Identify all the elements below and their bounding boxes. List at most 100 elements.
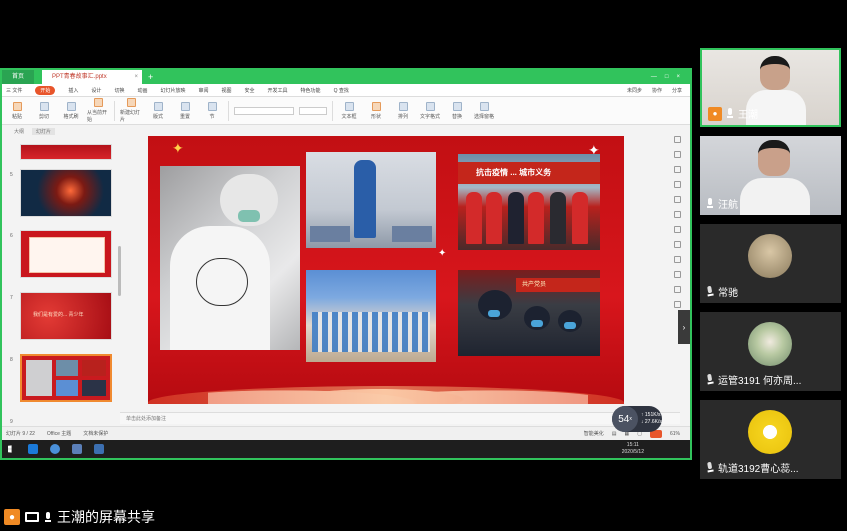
- new-slide-button[interactable]: 新建幻灯片: [120, 98, 142, 123]
- menu-slideshow[interactable]: 幻灯片放映: [160, 87, 185, 94]
- upload-rate: ↑ 151K/s: [641, 412, 661, 418]
- tool-icon[interactable]: [673, 301, 681, 308]
- protection-status[interactable]: 文档未保护: [83, 430, 108, 437]
- paste-button[interactable]: 粘贴: [6, 101, 28, 120]
- participant-tile[interactable]: 汪航: [700, 136, 841, 215]
- minimize-icon[interactable]: —: [651, 74, 657, 80]
- font-select[interactable]: [234, 106, 294, 115]
- right-toolbar: [670, 126, 684, 416]
- taskbar-clock: 15:11 2020/5/12: [622, 442, 690, 456]
- thumbnail-photo: [26, 360, 52, 396]
- cut-button[interactable]: 剪切: [33, 101, 55, 120]
- slide-thumbnail[interactable]: [20, 144, 112, 160]
- menu-transition[interactable]: 切换: [114, 87, 124, 94]
- notes-field[interactable]: 单击此处添加备注: [120, 412, 680, 424]
- menu-insert[interactable]: 插入: [68, 87, 78, 94]
- hospital-beds: [312, 312, 430, 352]
- edge-icon[interactable]: [28, 444, 38, 454]
- replace-button[interactable]: 替换: [446, 101, 468, 120]
- close-icon[interactable]: ×: [135, 70, 139, 84]
- menu-view[interactable]: 视图: [222, 87, 232, 94]
- menu-security[interactable]: 安全: [245, 87, 255, 94]
- menu-search[interactable]: Q 查找: [334, 87, 349, 94]
- tool-icon[interactable]: [673, 226, 681, 233]
- tab-file[interactable]: PPT青春故事汇.pptx ×: [42, 70, 143, 84]
- add-tab-icon[interactable]: +: [148, 72, 153, 82]
- slide-thumbnail[interactable]: [20, 230, 112, 278]
- start-from-current-button[interactable]: 从当前开始: [87, 98, 109, 123]
- slide-thumbnail[interactable]: [20, 169, 112, 217]
- mic-icon[interactable]: [706, 198, 714, 209]
- collab-button[interactable]: 协作: [652, 87, 662, 94]
- mic-muted-icon[interactable]: [705, 461, 715, 473]
- format-painter-button[interactable]: 格式刷: [60, 101, 82, 120]
- windows-icon[interactable]: [8, 445, 12, 453]
- tool-icon[interactable]: [673, 286, 681, 293]
- text-format-button[interactable]: 文字格式: [419, 101, 441, 120]
- mic-icon[interactable]: [44, 511, 52, 523]
- zoom-level[interactable]: 61%: [670, 431, 680, 437]
- mic-muted-icon[interactable]: [705, 285, 715, 297]
- font-size-select[interactable]: [299, 106, 327, 115]
- layout-button[interactable]: 版式: [147, 101, 169, 120]
- participant-tile[interactable]: 常驰: [700, 224, 841, 303]
- close-window-icon[interactable]: ×: [676, 74, 680, 80]
- menu-file[interactable]: 三 文件: [6, 87, 22, 94]
- tool-icon[interactable]: [673, 271, 681, 278]
- participant-tile[interactable]: 运管3191 何亦周...: [700, 312, 841, 391]
- arrange-button[interactable]: 排列: [392, 101, 414, 120]
- menu-right: 未同步 协作 分享: [627, 87, 690, 94]
- officer-mask: [564, 322, 576, 329]
- view-normal-icon[interactable]: ▤: [612, 431, 617, 437]
- slide-thumbnail-selected[interactable]: [20, 354, 112, 402]
- slide-panel: 大纲 幻灯片 5 6 7 我们是有爱的... 青少年 8 9 +: [6, 126, 121, 440]
- sync-status[interactable]: 未同步: [627, 87, 642, 94]
- menu-animation[interactable]: 动画: [137, 87, 147, 94]
- panel-scrollbar[interactable]: [118, 246, 121, 296]
- textbox-button[interactable]: 文本框: [338, 101, 360, 120]
- menu-dev[interactable]: 开发工具: [268, 87, 288, 94]
- participant-tile[interactable]: 轨道3192曹心蕊...: [700, 400, 841, 479]
- tool-icon[interactable]: [673, 166, 681, 173]
- tool-icon[interactable]: [673, 151, 681, 158]
- mic-muted-icon[interactable]: [705, 373, 715, 385]
- mic-icon[interactable]: [726, 108, 734, 119]
- collapse-arrow-icon[interactable]: ›: [678, 310, 690, 344]
- menu-review[interactable]: 审阅: [198, 87, 208, 94]
- face-mask: [238, 210, 260, 222]
- browser-icon[interactable]: [50, 444, 60, 454]
- tab-slides[interactable]: 幻灯片: [32, 127, 56, 135]
- slide-number: 6: [10, 233, 13, 239]
- section-button[interactable]: 节: [201, 101, 223, 120]
- shared-screen: 首页 PPT青春故事汇.pptx × + — □ × 三 文件 开始 插入 设计…: [0, 68, 692, 460]
- share-button[interactable]: 分享: [672, 87, 682, 94]
- avatar: [748, 322, 792, 366]
- selection-pane-button[interactable]: 选择窗格: [473, 101, 495, 120]
- participant-tile[interactable]: ● 王潮: [700, 48, 841, 127]
- tool-icon[interactable]: [673, 211, 681, 218]
- divider: [228, 100, 229, 121]
- maximize-icon[interactable]: □: [665, 74, 669, 80]
- reset-button[interactable]: 重置: [174, 101, 196, 120]
- tool-icon[interactable]: [673, 181, 681, 188]
- tool-icon[interactable]: [673, 196, 681, 203]
- tab-outline[interactable]: 大纲: [14, 128, 24, 135]
- clock-date: 2020/5/12: [621, 449, 644, 455]
- network-speed-widget: 54 x ↑ 151K/s ↓ 27.6K/s: [612, 406, 662, 432]
- shape-button[interactable]: 形状: [365, 101, 387, 120]
- tab-home[interactable]: 首页: [2, 70, 35, 84]
- slide-counter: 幻灯片 9 / 22: [6, 431, 35, 437]
- slide-thumbnail[interactable]: 我们是有爱的... 青少年: [20, 292, 112, 340]
- menu-special[interactable]: 特色功能: [301, 87, 321, 94]
- status-bar: 幻灯片 9 / 22 Office 主题 文档未保护 智能美化 ▤ ▦ ▢ 61…: [2, 426, 690, 440]
- current-slide[interactable]: ✦ ✦ ✦ 抗击疫情 ... 城市义务 共产党员: [148, 136, 624, 404]
- menu-start[interactable]: 开始: [35, 85, 56, 95]
- app-icon[interactable]: [94, 444, 104, 454]
- tool-icon[interactable]: [673, 256, 681, 263]
- desk: [310, 226, 350, 242]
- tool-icon[interactable]: [673, 136, 681, 143]
- tool-icon[interactable]: [673, 241, 681, 248]
- smart-beautify-button[interactable]: 智能美化: [584, 430, 604, 437]
- menu-design[interactable]: 设计: [91, 87, 101, 94]
- app-icon[interactable]: [72, 444, 82, 454]
